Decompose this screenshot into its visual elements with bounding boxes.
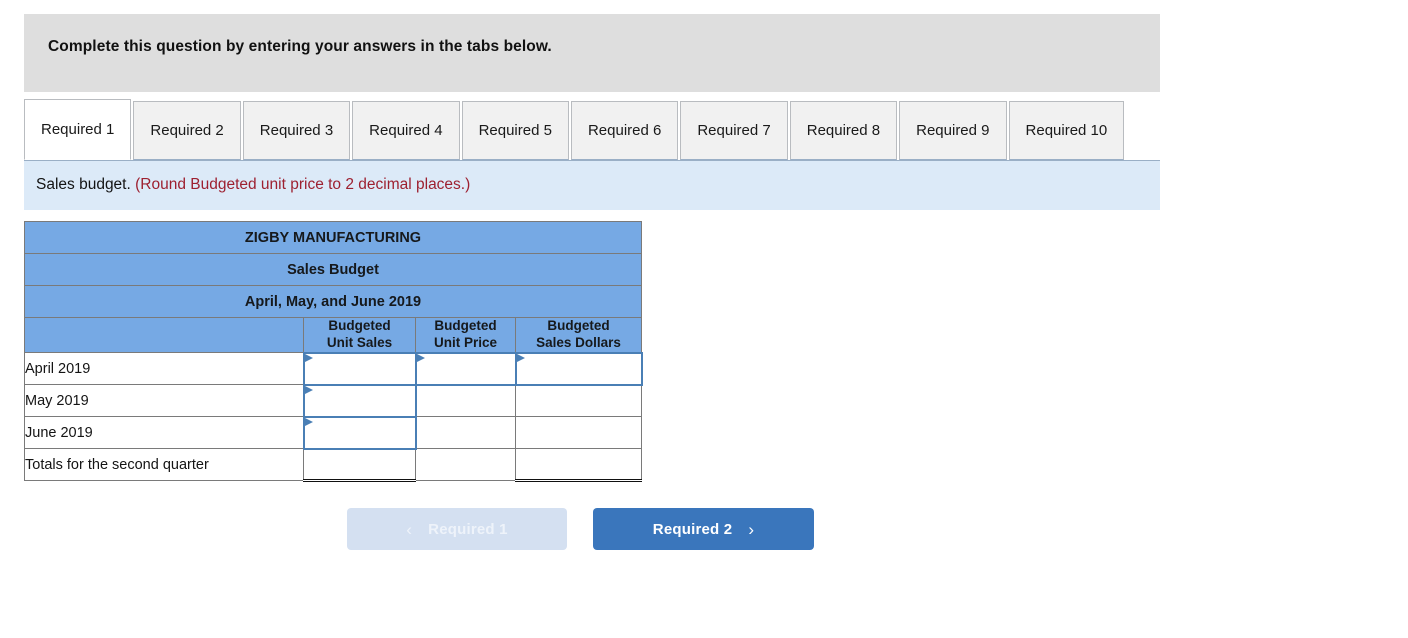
cell-marker-icon [416,353,425,362]
tab-label: Required 1 [41,121,115,138]
table-column-header-row: Budgeted Unit Sales Budgeted Unit Price … [24,316,642,354]
table-title-row-schedule: Sales Budget [24,253,642,286]
table-title-row-period: April, May, and June 2019 [24,285,642,318]
input-april-sales-dollars[interactable] [514,351,643,386]
input-total-unit-sales[interactable] [303,448,416,483]
company-name: ZIGBY MANUFACTURING [24,221,642,254]
instruction-bar: Sales budget. (Round Budgeted unit price… [24,160,1160,210]
tab-required-1[interactable]: Required 1 [24,99,132,160]
previous-required-button[interactable]: ‹ Required 1 [347,508,567,550]
tab-required-4[interactable]: Required 4 [352,101,460,160]
next-required-button[interactable]: Required 2 › [593,508,814,550]
period-label: April, May, and June 2019 [24,285,642,318]
input-may-unit-price[interactable] [415,384,516,418]
chevron-right-icon: › [748,519,755,539]
navigation-buttons: ‹ Required 1 Required 2 › [347,508,814,550]
cell-marker-icon [516,353,525,362]
column-header-line-2: Unit Sales [326,334,393,350]
tab-label: Required 2 [150,122,224,139]
tab-required-5[interactable]: Required 5 [461,101,569,160]
previous-required-label: Required 1 [428,520,508,538]
tab-label: Required 3 [259,122,334,139]
tab-label: Required 7 [697,122,771,139]
input-may-unit-sales[interactable] [302,383,417,418]
tab-label: Required 10 [1025,122,1108,139]
row-label-totals: Totals for the second quarter [24,448,304,482]
chevron-left-icon: ‹ [406,519,413,539]
column-header-blank [24,316,304,354]
tab-label: Required 6 [587,122,662,139]
input-may-sales-dollars[interactable] [515,384,642,418]
column-header-budgeted-sales-dollars: Budgeted Sales Dollars [515,316,642,354]
cell-marker-icon [304,417,313,426]
tab-required-3[interactable]: Required 3 [242,101,351,160]
next-required-label: Required 2 [652,520,733,538]
input-june-unit-sales[interactable] [302,415,417,450]
instruction-rounding-note: (Round Budgeted unit price to 2 decimal … [135,176,471,193]
tab-label: Required 5 [478,122,552,139]
table-row: June 2019 [24,415,642,450]
question-banner: Complete this question by entering your … [24,14,1160,92]
input-april-unit-sales[interactable] [302,351,417,386]
tab-required-6[interactable]: Required 6 [570,101,679,160]
table-title-row-company: ZIGBY MANUFACTURING [24,221,642,254]
input-total-unit-price[interactable] [415,448,516,482]
column-header-line-2: Sales Dollars [536,334,621,350]
question-banner-text: Complete this question by entering your … [48,38,552,55]
table-row: Totals for the second quarter [24,448,642,483]
tab-required-10[interactable]: Required 10 [1008,101,1125,160]
instruction-text: Sales budget. (Round Budgeted unit price… [36,176,470,194]
tab-required-7[interactable]: Required 7 [680,101,788,160]
table-row: April 2019 [24,351,643,386]
table-row: May 2019 [24,383,642,418]
tab-label: Required 4 [369,122,443,139]
cell-marker-icon [304,385,313,394]
column-header-line-1: Budgeted [434,318,497,333]
tab-required-8[interactable]: Required 8 [789,101,898,160]
row-label-june-2019: June 2019 [24,416,304,450]
row-label-may-2019: May 2019 [24,384,304,418]
input-april-unit-price[interactable] [414,351,517,386]
schedule-name: Sales Budget [24,253,642,286]
required-tabs: Required 1 Required 2 Required 3 Require… [24,99,1125,160]
column-header-budgeted-unit-sales: Budgeted Unit Sales [303,316,416,354]
row-label-april-2019: April 2019 [24,352,304,386]
input-total-sales-dollars[interactable] [515,448,642,483]
column-header-line-1: Budgeted [547,318,610,333]
tab-label: Required 8 [806,122,881,139]
cell-marker-icon [304,353,313,362]
input-june-unit-price[interactable] [415,416,516,450]
column-header-line-2: Unit Price [433,334,498,350]
tab-label: Required 9 [916,122,990,139]
sales-budget-table: ZIGBY MANUFACTURING Sales Budget April, … [24,221,643,483]
column-header-line-1: Budgeted [328,318,391,333]
tab-required-2[interactable]: Required 2 [133,101,241,160]
tab-required-9[interactable]: Required 9 [899,101,1007,160]
input-june-sales-dollars[interactable] [515,416,642,450]
column-header-budgeted-unit-price: Budgeted Unit Price [415,316,516,354]
instruction-main: Sales budget. [36,176,131,193]
sales-budget-table-container: ZIGBY MANUFACTURING Sales Budget April, … [24,221,643,483]
